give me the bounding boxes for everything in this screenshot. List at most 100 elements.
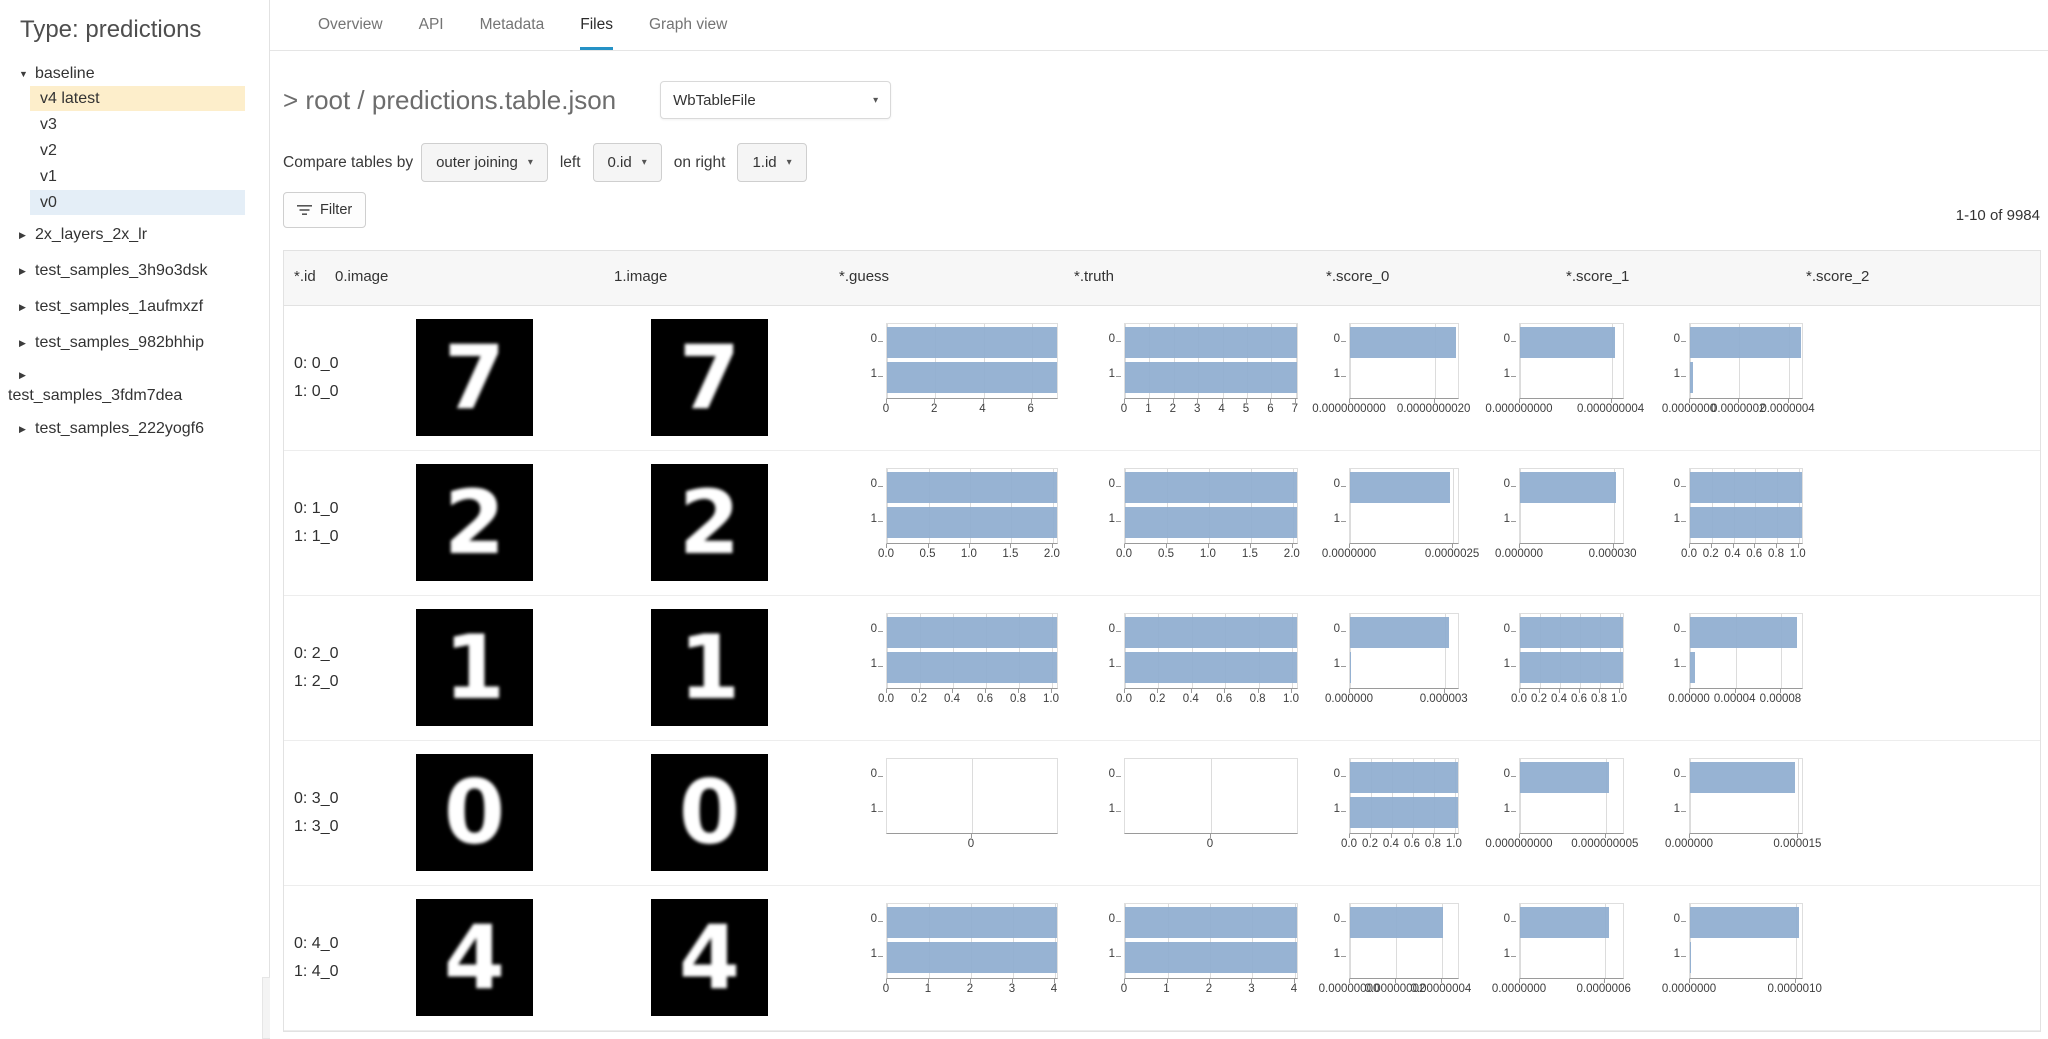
file-type-select[interactable]: WbTableFile ▾ (660, 81, 891, 119)
mnist-digit-image[interactable]: 2 (651, 464, 768, 581)
bar (1125, 362, 1297, 393)
x-tick-label: 0 (883, 403, 889, 415)
x-tick-label: 0.8 (1591, 693, 1607, 705)
filter-button[interactable]: Filter (283, 192, 366, 228)
y-tick-label: 0 (1674, 478, 1680, 490)
sidebar-item-v3[interactable]: v3 (30, 112, 245, 137)
y-tick-label: 0 (1334, 623, 1340, 635)
y-tick-label: 0 (871, 478, 877, 490)
join-type-select[interactable]: outer joining ▾ (421, 143, 548, 182)
column-header-id[interactable]: *.id (294, 268, 316, 285)
caret-right-icon[interactable]: ▶ (19, 302, 35, 313)
bar (1350, 652, 1351, 683)
sidebar-item-test-samples-1aufmxzf[interactable]: ▶test_samples_1aufmxzf (0, 295, 269, 319)
column-header-truth[interactable]: *.truth (1074, 268, 1114, 285)
mnist-digit-image[interactable]: 1 (416, 609, 533, 726)
left-key-select[interactable]: 0.id ▾ (593, 143, 662, 182)
x-tick-label: 1.0 (1611, 693, 1627, 705)
sidebar-item-v1[interactable]: v1 (30, 164, 245, 189)
score-2-bar-chart: 010.0000000.000015 (1665, 758, 1803, 834)
sidebar-item-baseline[interactable]: ▼baseline (0, 62, 269, 86)
x-axis: 01234567 (1124, 399, 1296, 417)
tree-item-label: test_samples_1aufmxzf (35, 298, 203, 316)
x-axis: 0.00000000.0000010 (1689, 979, 1801, 997)
tab-files[interactable]: Files (580, 0, 613, 50)
bar (1690, 362, 1693, 393)
column-header-0-image[interactable]: 0.image (335, 268, 388, 285)
caret-down-icon[interactable]: ▼ (19, 69, 35, 79)
sidebar-item-test-samples-3h9o3dsk[interactable]: ▶test_samples_3h9o3dsk (0, 259, 269, 283)
sidebar-item-test-samples-982bhhip[interactable]: ▶test_samples_982bhhip (0, 331, 269, 355)
y-tick-label: 0 (1674, 913, 1680, 925)
x-tick-label: 4 (1218, 403, 1224, 415)
x-tick-label: 0.0000000 (1492, 983, 1546, 995)
tab-graph-view[interactable]: Graph view (649, 0, 727, 50)
tab-metadata[interactable]: Metadata (480, 0, 545, 50)
x-tick-label: 0.0000000000 (1312, 403, 1386, 415)
y-axis: 01 (862, 323, 884, 397)
digit-glyph: 4 (679, 914, 740, 1002)
sidebar-item-v0[interactable]: v0 (30, 190, 245, 215)
x-axis: 0.0000000000.000000005 (1519, 834, 1622, 852)
x-tick-label: 6 (1267, 403, 1273, 415)
sidebar-item-v4-latest[interactable]: v4 latest (30, 86, 245, 111)
column-header-guess[interactable]: *.guess (839, 268, 889, 285)
mnist-digit-image[interactable]: 0 (651, 754, 768, 871)
caret-right-icon[interactable]: ▶ (19, 230, 35, 241)
mnist-digit-image[interactable]: 1 (651, 609, 768, 726)
mnist-digit-image[interactable]: 4 (416, 899, 533, 1016)
sidebar-item-test-samples-3fdm7dea[interactable]: test_samples_3fdm7dea (8, 387, 269, 405)
guess-bar-chart: 010246 (862, 323, 1058, 399)
mnist-digit-image[interactable]: 7 (651, 319, 768, 436)
tab-api[interactable]: API (419, 0, 444, 50)
column-header-score-0[interactable]: *.score_0 (1326, 268, 1389, 285)
y-axis: 01 (1665, 903, 1687, 977)
mnist-digit-image[interactable]: 0 (416, 754, 533, 871)
chevron-down-icon: ▾ (642, 157, 647, 168)
row-id: 0: 3_0 1: 3_0 (294, 785, 338, 841)
x-tick-label: 0.000003 (1420, 693, 1468, 705)
y-tick-label: 0 (1109, 478, 1115, 490)
x-axis: 0.00000000.00000020.0000004 (1689, 399, 1801, 417)
y-tick-label: 0 (1109, 333, 1115, 345)
truth-bar-chart: 0101234 (1100, 903, 1298, 979)
x-tick-label: 4 (1051, 983, 1057, 995)
digit-glyph: 0 (679, 769, 740, 857)
bar (887, 617, 1057, 648)
mnist-digit-image[interactable]: 7 (416, 319, 533, 436)
x-tick-label: 1.0 (1283, 693, 1299, 705)
x-tick-label: 0 (1207, 838, 1213, 850)
caret-right-icon[interactable]: ▶ (19, 338, 35, 349)
y-tick-label: 0 (1109, 913, 1115, 925)
bar (1690, 472, 1802, 503)
x-tick-label: 0.8 (1250, 693, 1266, 705)
x-tick-label: 5 (1243, 403, 1249, 415)
caret-right-icon[interactable]: ▶ (19, 266, 35, 277)
x-tick-label: 0.000000000 (1485, 838, 1552, 850)
column-header-score-2[interactable]: *.score_2 (1806, 268, 1869, 285)
mnist-digit-image[interactable]: 4 (651, 899, 768, 1016)
x-axis: 0.00.20.40.60.81.0 (1519, 689, 1622, 707)
column-header-1-image[interactable]: 1.image (614, 268, 667, 285)
sidebar-item-2x-layers-2x-lr[interactable]: ▶2x_layers_2x_lr (0, 223, 269, 247)
caret-right-icon[interactable]: ▶ (19, 424, 35, 435)
y-tick-label: 1 (1504, 948, 1510, 960)
x-tick-label: 0.0000025 (1425, 548, 1479, 560)
bar (1350, 907, 1443, 938)
mnist-digit-image[interactable]: 2 (416, 464, 533, 581)
y-tick-label: 1 (1334, 803, 1340, 815)
caret-right-icon[interactable]: ▶ (19, 370, 35, 381)
bar (1690, 617, 1797, 648)
right-key-select[interactable]: 1.id ▾ (737, 143, 806, 182)
y-tick-label: 0 (1504, 768, 1510, 780)
breadcrumb[interactable]: > root / predictions.table.json (283, 85, 616, 116)
tab-overview[interactable]: Overview (318, 0, 383, 50)
sidebar-item-v2[interactable]: v2 (30, 138, 245, 163)
column-header-score-1[interactable]: *.score_1 (1566, 268, 1629, 285)
x-tick-label: 0.6 (1216, 693, 1232, 705)
tree-item-label: test_samples_982bhhip (35, 334, 204, 352)
sidebar-item-test-samples-222yogf6[interactable]: ▶test_samples_222yogf6 (0, 417, 269, 441)
y-axis: 01 (1100, 613, 1122, 687)
digit-glyph: 4 (444, 914, 505, 1002)
x-axis: 0 (1124, 834, 1296, 852)
